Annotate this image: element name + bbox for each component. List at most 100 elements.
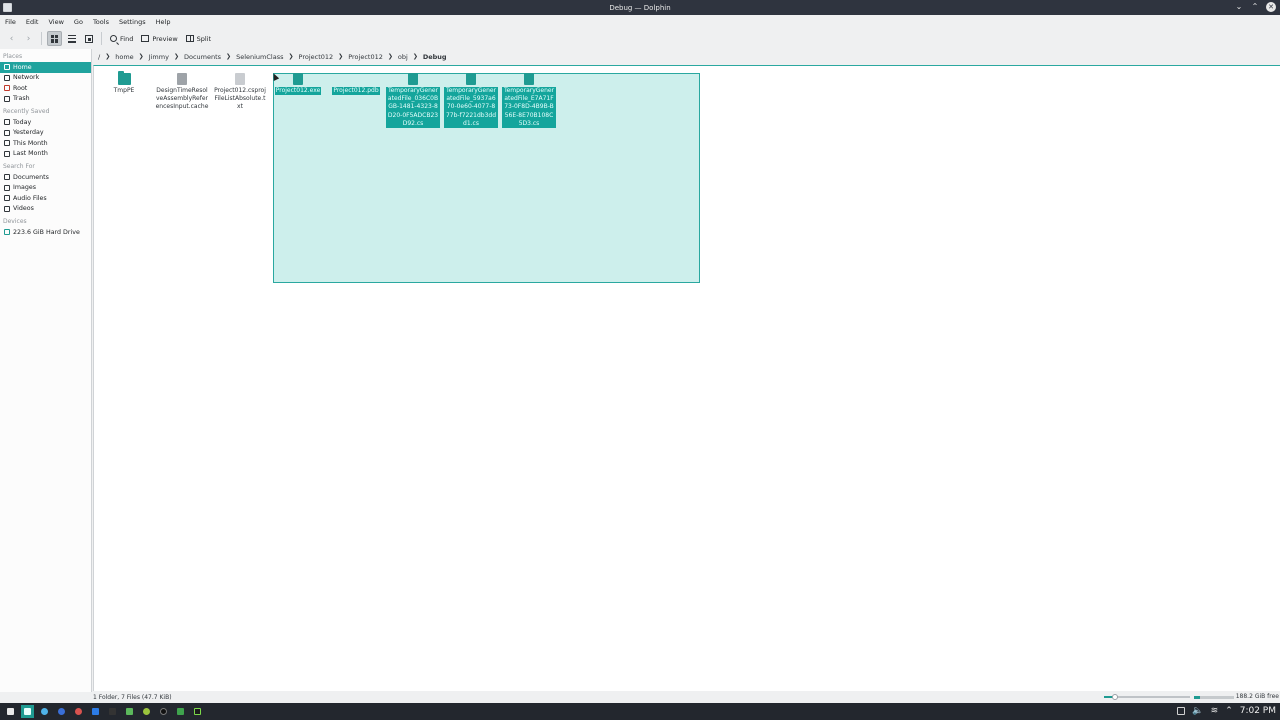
chevron-up-icon[interactable]: ⌃ (1225, 706, 1233, 716)
sidebar-item-videos[interactable]: Videos (0, 204, 91, 215)
file-name: Project012.pdb (332, 87, 380, 96)
taskbar-app[interactable] (38, 705, 51, 718)
taskbar: 🔈 ≋ ⌃ 7:02 PM (0, 703, 1280, 720)
sidebar-item-documents[interactable]: Documents (0, 172, 91, 183)
file-view[interactable]: TmpPE DesignTimeResolveAssemblyReference… (93, 65, 1280, 691)
toolbar-separator (41, 32, 42, 45)
app-launcher-icon (7, 708, 14, 715)
breadcrumb-item[interactable]: Project012 (296, 53, 337, 61)
menu-edit[interactable]: Edit (26, 18, 39, 26)
taskbar-app[interactable] (191, 705, 204, 718)
split-button[interactable]: Split (183, 31, 214, 46)
taskbar-app[interactable] (174, 705, 187, 718)
chevron-right-icon: ❯ (105, 53, 111, 60)
taskbar-app[interactable] (157, 705, 170, 718)
maximize-icon[interactable]: ⌃ (1250, 2, 1260, 12)
wifi-icon[interactable]: ≋ (1211, 706, 1219, 716)
file-item[interactable]: DesignTimeResolveAssemblyReferencesInput… (154, 73, 210, 112)
zoom-slider[interactable] (1104, 694, 1190, 700)
file-name: TemporaryGeneratedFile_5937a670-0e60-407… (444, 87, 498, 129)
hard-drive-icon (4, 229, 10, 236)
file-item-selected[interactable]: TemporaryGeneratedFile_036C0BGB-1481-432… (386, 73, 440, 129)
status-bar: 1 Folder, 7 Files (47.7 KiB) 188.2 GiB f… (0, 692, 1280, 702)
breadcrumb-item[interactable]: Documents (181, 53, 224, 61)
compact-view-button[interactable] (64, 31, 79, 46)
volume-icon[interactable]: 🔈 (1192, 706, 1203, 716)
breadcrumb-current[interactable]: Debug (420, 53, 450, 61)
forward-button[interactable]: › (21, 31, 36, 46)
sidebar-item-home[interactable]: Home (0, 62, 91, 73)
taskbar-app[interactable] (106, 705, 119, 718)
icons-view-button[interactable] (47, 31, 62, 46)
calendar-icon (4, 140, 10, 147)
sidebar-item-today[interactable]: Today (0, 117, 91, 128)
file-item-folder[interactable]: TmpPE (96, 71, 152, 95)
sidebar-item-label: 223.6 GiB Hard Drive (13, 228, 80, 236)
sidebar-item-label: Root (13, 84, 28, 92)
toolbar: ‹ › Find Preview Split (0, 29, 1280, 48)
sidebar-item-root[interactable]: Root (0, 83, 91, 94)
system-tray: 🔈 ≋ ⌃ 7:02 PM (1177, 706, 1276, 716)
breadcrumb-item[interactable]: Jimmy (146, 53, 172, 61)
breadcrumb-item[interactable]: obj (395, 53, 411, 61)
taskbar-app[interactable] (72, 705, 85, 718)
sidebar-item-network[interactable]: Network (0, 73, 91, 84)
menu-go[interactable]: Go (74, 18, 83, 26)
browser-icon (58, 708, 65, 715)
sidebar-item-label: Yesterday (13, 129, 44, 137)
file-item-selected[interactable]: Project012.pdb (328, 73, 384, 96)
sidebar-item-audio-files[interactable]: Audio Files (0, 193, 91, 204)
find-button[interactable]: Find (107, 31, 136, 46)
breadcrumb-item[interactable]: home (112, 53, 136, 61)
status-summary: 1 Folder, 7 Files (47.7 KiB) (93, 693, 172, 701)
taskbar-app[interactable] (123, 705, 136, 718)
breadcrumb-root[interactable]: / (95, 53, 103, 61)
chevron-right-icon: ❯ (338, 53, 344, 60)
sidebar-item-yesterday[interactable]: Yesterday (0, 128, 91, 139)
code-file-icon (466, 73, 476, 85)
calendar-icon (4, 150, 10, 157)
app-icon (143, 708, 150, 715)
taskbar-app[interactable] (55, 705, 68, 718)
clipboard-icon[interactable] (1177, 707, 1186, 715)
breadcrumb-item[interactable]: Project012 (345, 53, 386, 61)
clock[interactable]: 7:02 PM (1240, 706, 1276, 716)
app-icon[interactable] (3, 3, 12, 12)
menu-file[interactable]: File (5, 18, 16, 26)
taskbar-app[interactable] (140, 705, 153, 718)
trash-icon (4, 95, 10, 102)
calendar-icon (4, 129, 10, 136)
disk-usage-fill (1194, 696, 1200, 699)
file-item-selected[interactable]: TemporaryGeneratedFile_E7A71F73-0F8D-4B9… (502, 73, 556, 129)
recent-heading: Recently Saved (3, 108, 50, 115)
preview-icon (141, 35, 150, 42)
menu-tools[interactable]: Tools (93, 18, 109, 26)
file-name: Project012.csprojFileListAbsolute.txt (214, 87, 266, 111)
app-launcher-button[interactable] (4, 705, 17, 718)
toolbar-separator (101, 32, 102, 45)
minimize-icon[interactable]: ⌄ (1234, 2, 1244, 12)
split-label: Split (196, 34, 212, 43)
sidebar-item-last-month[interactable]: Last Month (0, 149, 91, 160)
sidebar-item-label: Today (13, 118, 32, 126)
breadcrumb-item[interactable]: SeleniumClass (233, 53, 286, 61)
taskbar-dolphin[interactable] (21, 705, 34, 718)
back-button[interactable]: ‹ (4, 31, 19, 46)
taskbar-app[interactable] (89, 705, 102, 718)
sidebar-item-trash[interactable]: Trash (0, 94, 91, 105)
sidebar-item-hard-drive[interactable]: 223.6 GiB Hard Drive (0, 227, 91, 238)
menu-settings[interactable]: Settings (119, 18, 146, 26)
devices-heading: Devices (3, 218, 27, 225)
sidebar-item-this-month[interactable]: This Month (0, 138, 91, 149)
compact-view-icon (67, 34, 76, 43)
app-icon (160, 708, 167, 715)
menu-view[interactable]: View (48, 18, 63, 26)
zoom-slider-handle[interactable] (1112, 694, 1118, 700)
sidebar-item-images[interactable]: Images (0, 183, 91, 194)
menu-help[interactable]: Help (156, 18, 171, 26)
file-item-selected[interactable]: TemporaryGeneratedFile_5937a670-0e60-407… (444, 73, 498, 129)
close-icon[interactable]: ✕ (1266, 2, 1276, 12)
file-item[interactable]: Project012.csprojFileListAbsolute.txt (212, 73, 268, 112)
preview-button[interactable]: Preview (138, 31, 180, 46)
details-view-button[interactable] (81, 31, 96, 46)
